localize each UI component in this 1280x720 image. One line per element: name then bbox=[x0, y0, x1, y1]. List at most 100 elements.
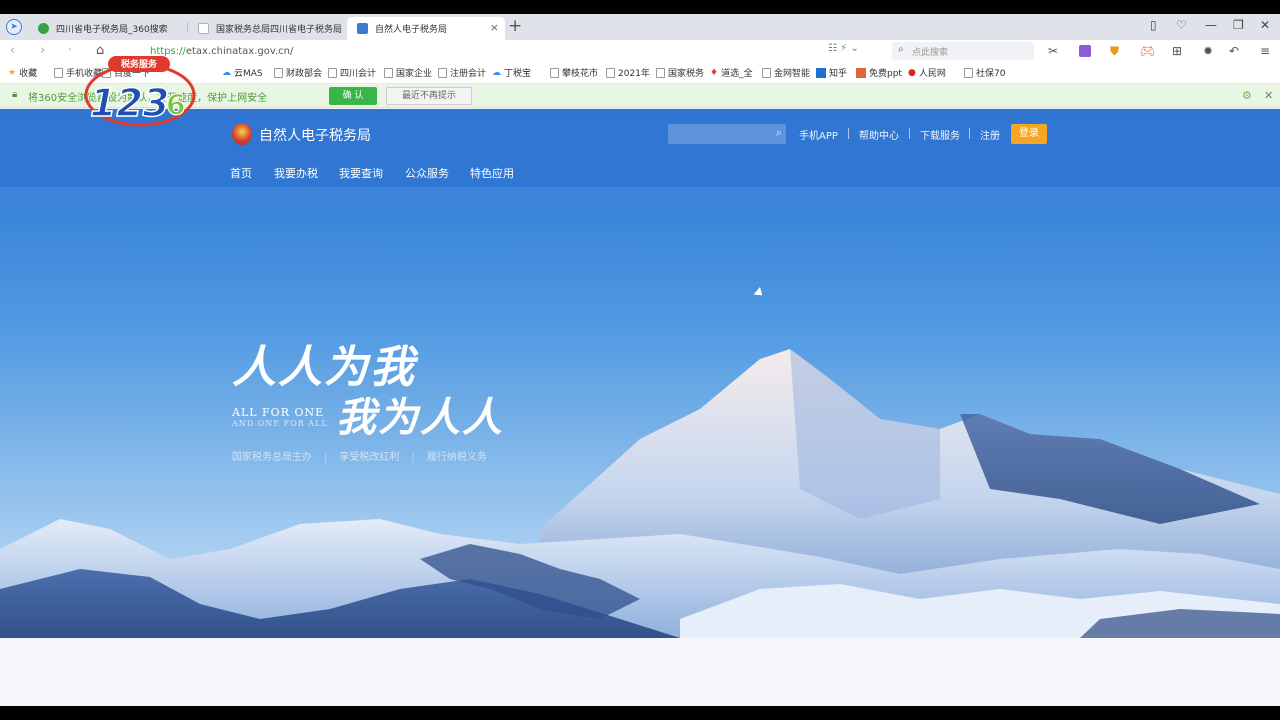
notice-ignore-button[interactable]: 最近不再提示 bbox=[386, 87, 472, 105]
page-icon bbox=[550, 67, 559, 78]
mountain-background bbox=[0, 349, 1280, 638]
close-tab-icon[interactable]: × bbox=[490, 21, 499, 34]
nav-do-tax[interactable]: 我要办税 bbox=[274, 165, 318, 181]
skin-icon[interactable]: ♡ bbox=[1176, 18, 1187, 32]
shield-icon[interactable]: ⛊ bbox=[1110, 44, 1119, 59]
bookmark-item[interactable]: ♦ 道选_全 bbox=[710, 66, 753, 80]
notice-close-icon[interactable]: ✕ bbox=[1264, 89, 1273, 102]
watermark-tail: 6 bbox=[166, 88, 185, 121]
main-nav: 首页 我要办税 我要查询 公众服务 特色应用 bbox=[0, 165, 1280, 187]
new-tab-button[interactable]: + bbox=[508, 16, 522, 36]
bookmark-item[interactable]: 攀枝花市 bbox=[550, 66, 598, 79]
close-window-icon[interactable]: ✕ bbox=[1260, 18, 1270, 32]
slogan-line-2: 我为人人 bbox=[336, 394, 504, 441]
tab-ziranren-etax[interactable]: 自然人电子税务局 × bbox=[347, 17, 505, 40]
page-icon bbox=[328, 67, 337, 78]
bookmark-item[interactable]: ● 人民网 bbox=[908, 66, 946, 80]
tab-label: 国家税务总局四川省电子税务局 bbox=[216, 25, 343, 35]
cloud-icon: ☁ bbox=[222, 67, 231, 78]
browser-window: ➤ 四川省电子税务局_360搜索 国家税务总局四川省电子税务局 自然人电子税务局… bbox=[0, 14, 1280, 706]
lock-icon: 🔒︎ bbox=[12, 89, 18, 100]
bookmark-item[interactable]: ☁ 丁税宝 bbox=[492, 66, 531, 80]
watermark-digits: 123 bbox=[90, 81, 169, 125]
subline-separator: | bbox=[324, 452, 328, 463]
bookmark-item[interactable]: 国家企业 bbox=[384, 66, 432, 79]
tab-strip: ➤ 四川省电子税务局_360搜索 国家税务总局四川省电子税务局 自然人电子税务局… bbox=[0, 14, 1280, 40]
people-icon: ● bbox=[908, 67, 916, 78]
cloud-icon: ☁ bbox=[492, 67, 501, 78]
link-divider bbox=[848, 128, 849, 139]
tab-sichuan-etax[interactable]: 国家税务总局四川省电子税务局 bbox=[188, 17, 346, 40]
bookmark-item[interactable]: 四川会计 bbox=[328, 66, 376, 79]
scissors-icon[interactable]: ✂ bbox=[1048, 44, 1058, 58]
undo-icon[interactable]: ↶ bbox=[1229, 44, 1239, 58]
search-icon: ⌕ bbox=[898, 44, 904, 55]
page-icon bbox=[274, 67, 283, 78]
mouse-cursor-icon bbox=[753, 286, 766, 300]
sidebar-toggle-icon[interactable]: ▯ bbox=[1150, 18, 1157, 32]
apps-grid-icon[interactable]: ⊞ bbox=[1172, 44, 1182, 58]
bookmark-item[interactable]: 金网智能 bbox=[762, 66, 810, 79]
tax-emblem-icon bbox=[232, 123, 252, 145]
bookmark-item[interactable]: 财政部会 bbox=[274, 66, 322, 79]
reader-mode-icon[interactable]: ☷ ⚡ ⌄ bbox=[828, 43, 859, 54]
extension-icon[interactable] bbox=[1079, 45, 1091, 57]
nav-query[interactable]: 我要查询 bbox=[339, 165, 383, 181]
slogan-english-1: ALL FOR ONE bbox=[232, 406, 325, 419]
restore-icon[interactable]: ❐ bbox=[1233, 18, 1244, 32]
game-icon[interactable]: 🎮︎ bbox=[1140, 44, 1155, 58]
login-button[interactable]: 登录 bbox=[1011, 124, 1047, 144]
nav-special-apps[interactable]: 特色应用 bbox=[470, 165, 514, 181]
page-below-fold bbox=[0, 638, 1280, 706]
page-icon bbox=[438, 67, 447, 78]
forward-disabled-icon: · bbox=[68, 43, 73, 58]
link-help-center[interactable]: 帮助中心 bbox=[859, 127, 899, 142]
page-icon bbox=[964, 67, 973, 78]
link-register[interactable]: 注册 bbox=[980, 127, 1000, 142]
search-input[interactable]: ⌕ 点此搜索 bbox=[892, 42, 1034, 60]
search-favicon-icon bbox=[38, 23, 49, 34]
subline-separator: | bbox=[411, 452, 415, 463]
subline-item: 国家税务总局主办 bbox=[232, 452, 312, 463]
bookmark-item[interactable]: 社保70 bbox=[964, 66, 1005, 79]
tab-search[interactable]: 四川省电子税务局_360搜索 bbox=[28, 17, 186, 40]
link-mobile-app[interactable]: 手机APP bbox=[799, 127, 838, 142]
search-placeholder: 点此搜索 bbox=[912, 47, 949, 58]
hero-subline: 国家税务总局主办 | 享受税改红利 | 履行纳税义务 bbox=[232, 448, 487, 463]
search-icon[interactable]: ⌕ bbox=[776, 126, 782, 140]
page-icon bbox=[54, 67, 63, 78]
tab-label: 四川省电子税务局_360搜索 bbox=[56, 25, 168, 35]
back-icon[interactable]: ‹ bbox=[10, 43, 15, 58]
nav-public-service[interactable]: 公众服务 bbox=[405, 165, 449, 181]
site-search-input[interactable]: ⌕ bbox=[668, 124, 786, 144]
bookmark-item[interactable]: 注册会计 bbox=[438, 66, 486, 79]
site-title[interactable]: 自然人电子税务局 bbox=[259, 125, 371, 145]
bookmark-item[interactable]: ☁ 云MAS bbox=[222, 66, 263, 80]
menu-icon[interactable]: ≡ bbox=[1260, 44, 1270, 58]
forward-icon[interactable]: › bbox=[40, 43, 45, 58]
link-download[interactable]: 下载服务 bbox=[920, 127, 960, 142]
page-favicon-icon bbox=[198, 23, 209, 34]
link-divider bbox=[909, 128, 910, 139]
bookmark-item[interactable]: 国家税务 bbox=[656, 66, 704, 79]
subline-item: 履行纳税义务 bbox=[426, 452, 487, 463]
minimize-icon[interactable]: — bbox=[1205, 18, 1217, 32]
settings-gear-icon[interactable]: ✹ bbox=[1203, 44, 1213, 58]
bookmark-item[interactable]: 免费ppt bbox=[856, 66, 902, 79]
bookmark-item[interactable]: 2021年 bbox=[606, 66, 650, 79]
tab-label: 自然人电子税务局 bbox=[375, 25, 448, 35]
star-icon: ★ bbox=[8, 67, 17, 78]
bookmark-favorites[interactable]: ★ 收藏 bbox=[8, 66, 37, 80]
browser-logo-icon[interactable]: ➤ bbox=[6, 19, 22, 35]
url-input[interactable]: https://etax.chinatax.gov.cn/ bbox=[150, 42, 880, 60]
notice-confirm-button[interactable]: 确 认 bbox=[329, 87, 377, 105]
zhihu-icon bbox=[816, 67, 826, 78]
ppt-icon bbox=[856, 67, 866, 78]
bookmark-item[interactable]: 知乎 bbox=[816, 66, 847, 79]
watermark-top-text: 税务服务 bbox=[121, 58, 158, 70]
slogan-english-2: AND ONE FOR ALL bbox=[232, 419, 328, 428]
notice-settings-icon[interactable]: ⚙ bbox=[1242, 89, 1252, 102]
site-page: 自然人电子税务局 ⌕ 手机APP 帮助中心 下载服务 注册 登录 首页 我要办税… bbox=[0, 109, 1280, 638]
link-divider bbox=[969, 128, 970, 139]
nav-home[interactable]: 首页 bbox=[230, 165, 252, 181]
